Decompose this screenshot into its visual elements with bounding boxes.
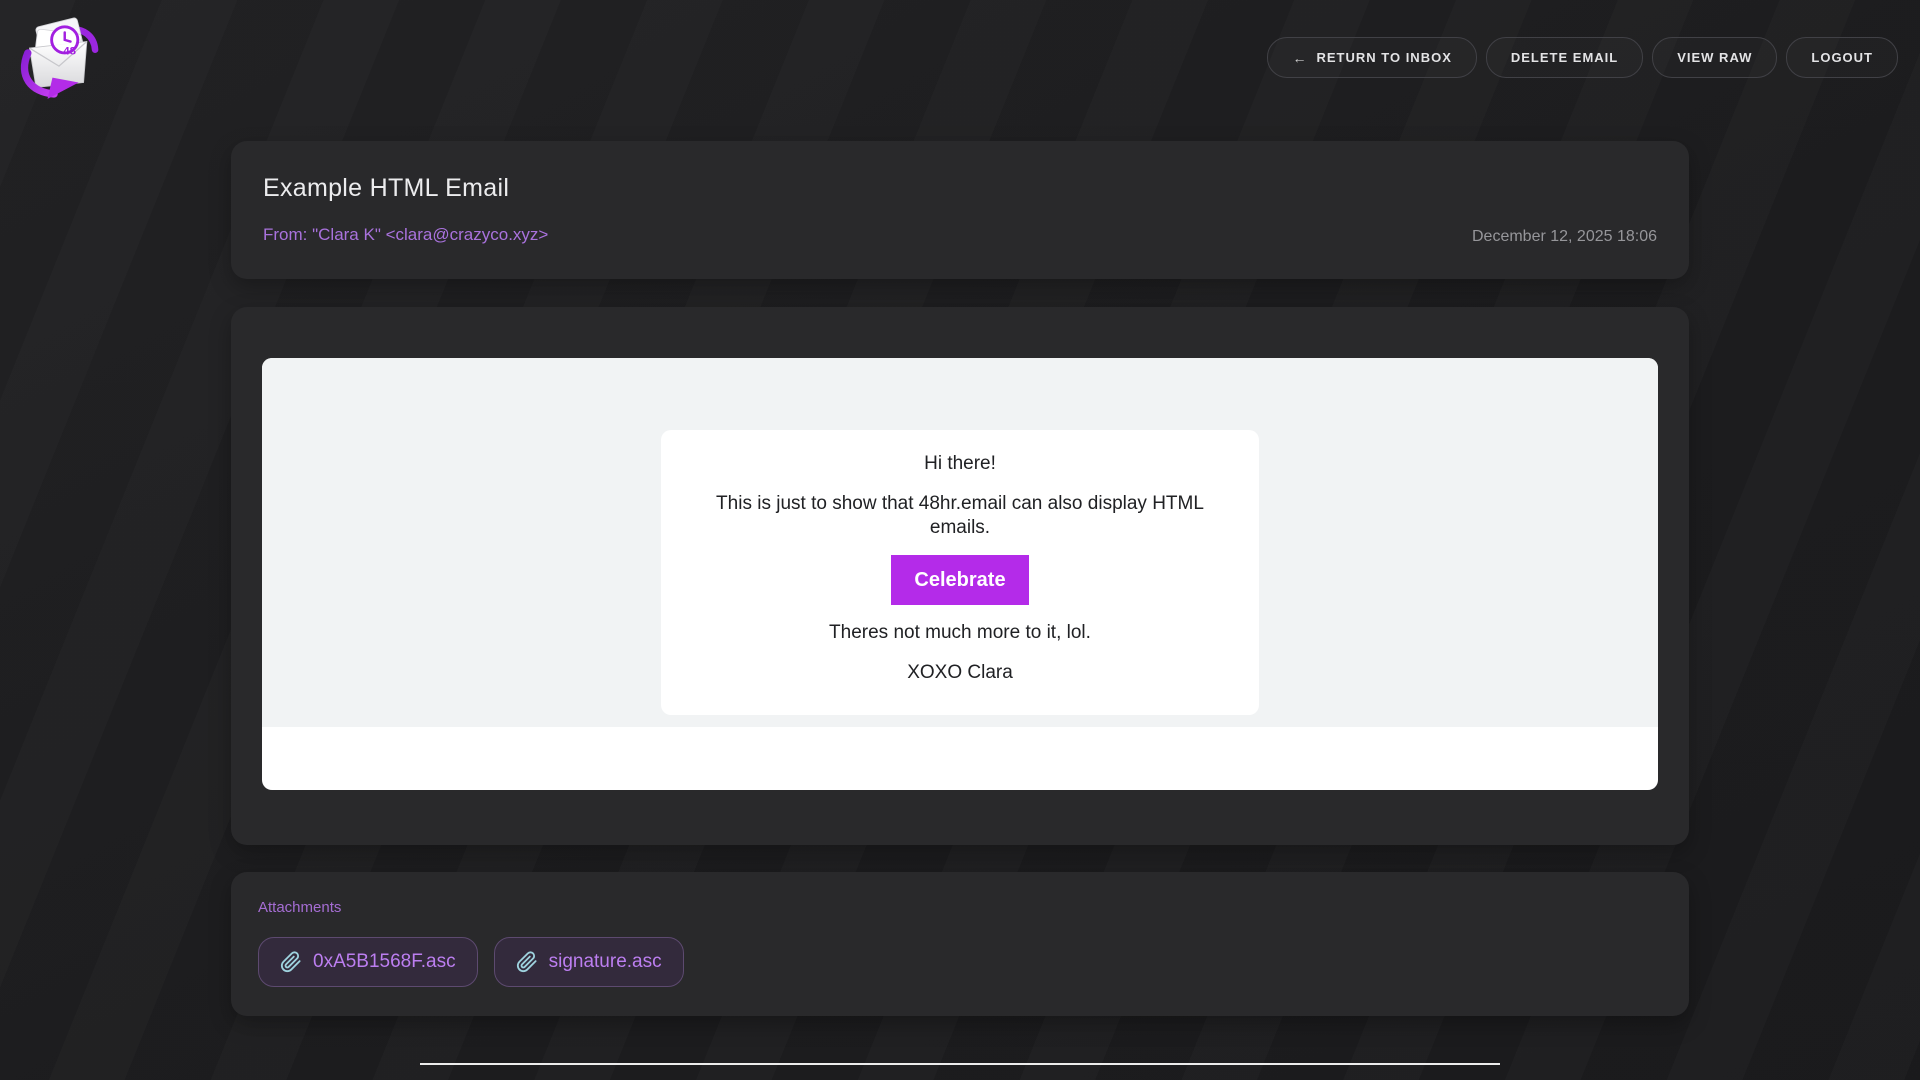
email-outro-text: Theres not much more to it, lol. [829, 621, 1091, 645]
return-to-inbox-button[interactable]: ← RETURN TO INBOX [1267, 37, 1476, 78]
footer-divider [420, 1063, 1500, 1065]
email-intro-text: This is just to show that 48hr.email can… [685, 492, 1235, 540]
email-subject: Example HTML Email [263, 174, 548, 203]
attachment-filename: signature.asc [549, 951, 662, 973]
view-raw-button[interactable]: VIEW RAW [1652, 37, 1777, 78]
email-body-card: Hi there! This is just to show that 48hr… [231, 307, 1689, 845]
attachments-list: 0xA5B1568F.asc signature.asc [258, 937, 1662, 987]
logout-button[interactable]: LOGOUT [1786, 37, 1898, 78]
attachments-card: Attachments 0xA5B1568F.asc signature.asc [231, 872, 1689, 1016]
email-header-left: Example HTML Email From: "Clara K" <clar… [263, 174, 548, 246]
attachments-title: Attachments [258, 899, 1662, 916]
logo-48hr-icon: 48 [18, 12, 100, 99]
return-to-inbox-label: RETURN TO INBOX [1316, 51, 1451, 64]
email-signoff: XOXO Clara [907, 661, 1013, 685]
email-date: December 12, 2025 18:06 [1472, 228, 1657, 246]
celebrate-button[interactable]: Celebrate [891, 555, 1028, 605]
email-from-link[interactable]: From: "Clara K" <clara@crazyco.xyz> [263, 225, 548, 245]
email-view: Example HTML Email From: "Clara K" <clar… [231, 141, 1689, 1065]
email-html-body: Hi there! This is just to show that 48hr… [262, 358, 1658, 727]
email-greeting: Hi there! [924, 452, 996, 476]
left-arrow-icon: ← [1292, 51, 1307, 65]
attachment-button-1[interactable]: 0xA5B1568F.asc [258, 937, 478, 987]
paperclip-icon [516, 951, 538, 973]
delete-email-button[interactable]: DELETE EMAIL [1486, 37, 1643, 78]
toolbar: ← RETURN TO INBOX DELETE EMAIL VIEW RAW … [1267, 37, 1898, 78]
logo-48-number: 48 [63, 46, 76, 58]
app-logo[interactable]: 48 [18, 12, 100, 100]
email-html-frame: Hi there! This is just to show that 48hr… [262, 358, 1658, 790]
paperclip-icon [280, 951, 302, 973]
attachment-filename: 0xA5B1568F.asc [313, 951, 456, 973]
email-content-card: Hi there! This is just to show that 48hr… [661, 430, 1259, 715]
page: 48 ← RETURN TO INBOX DELETE EMAIL VIEW R… [0, 0, 1920, 1080]
email-header-card: Example HTML Email From: "Clara K" <clar… [231, 141, 1689, 279]
attachment-button-2[interactable]: signature.asc [494, 937, 684, 987]
